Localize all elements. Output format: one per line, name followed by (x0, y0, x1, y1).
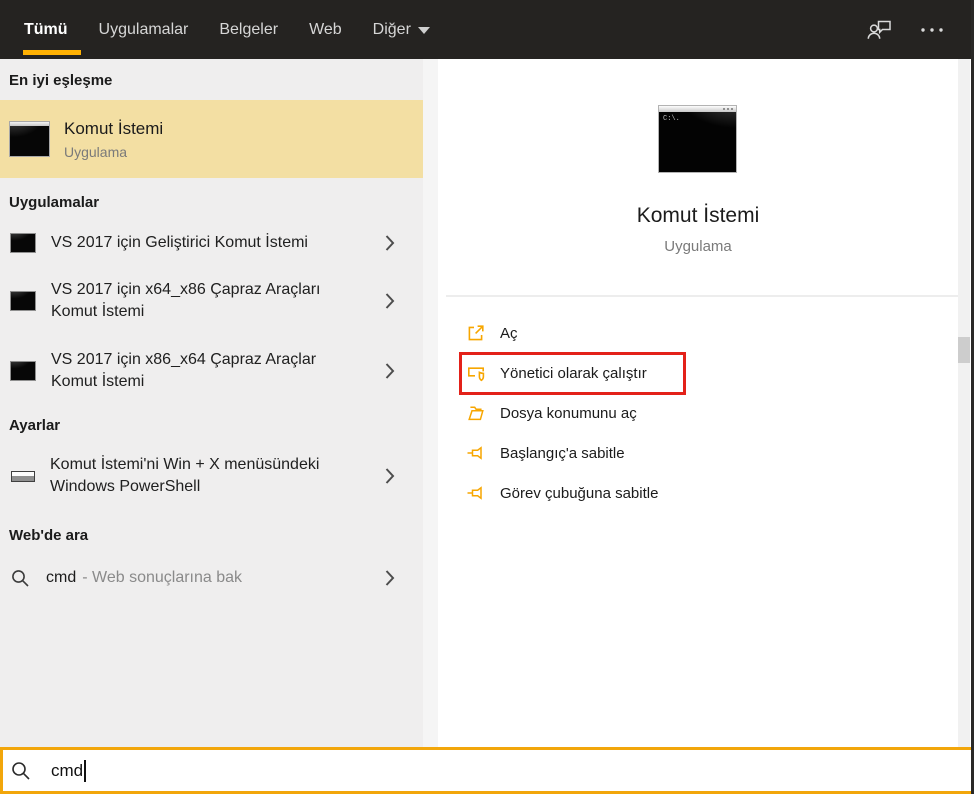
tab-documents-label: Belgeler (219, 20, 279, 38)
chevron-right-icon[interactable] (385, 363, 395, 380)
best-match-header: En iyi eşleşme (9, 72, 113, 89)
taskbar-setting-icon (11, 470, 35, 482)
search-input[interactable]: cmd (0, 747, 974, 794)
result-preview-panel: C:\. Komut İstemi Uygulama Aç Yönetici o… (438, 59, 974, 747)
app-result-vs-developer-prompt[interactable]: VS 2017 için Geliştirici Komut İstemi (0, 221, 423, 265)
preview-divider (446, 295, 958, 297)
right-panel-scrollbar-track[interactable] (958, 59, 970, 747)
best-match-title: Komut İstemi (64, 118, 164, 138)
action-label: Başlangıç'a sabitle (500, 444, 625, 462)
best-match-result-cmd[interactable]: Komut İstemi Uygulama (0, 100, 423, 178)
tab-documents[interactable]: Belgeler (219, 0, 278, 59)
web-query-text: cmd (46, 569, 77, 586)
active-tab-underline (23, 50, 81, 55)
settings-result-label: Komut İstemi'ni Win + X menüsündeki Wind… (50, 456, 320, 495)
results-list-panel: En iyi eşleşme Komut İstemi Uygulama Uyg… (0, 59, 423, 747)
tab-apps[interactable]: Uygulamalar (99, 0, 189, 59)
web-search-section-header: Web'de ara (9, 527, 89, 544)
search-query-text: cmd (51, 760, 84, 780)
app-result-vs-x86-x64-prompt[interactable]: VS 2017 için x86_x64 Çapraz Araçlar Komu… (0, 340, 423, 402)
tab-all-label: Tümü (24, 20, 68, 38)
best-match-subtitle: Uygulama (64, 143, 128, 160)
chevron-right-icon[interactable] (385, 570, 395, 587)
windows-search-panel: Tümü Uygulamalar Belgeler Web Diğer En i… (0, 0, 974, 794)
command-prompt-icon (10, 233, 36, 253)
left-panel-scrollbar[interactable] (423, 59, 438, 747)
action-label: Yönetici olarak çalıştır (500, 364, 647, 382)
action-open-file-location[interactable]: Dosya konumunu aç (438, 393, 838, 433)
chevron-right-icon[interactable] (385, 235, 395, 252)
app-result-label: VS 2017 için x64_x86 Çapraz Araçları Kom… (51, 281, 321, 320)
preview-app-title: Komut İstemi (636, 204, 760, 227)
app-result-vs-x64-x86-prompt[interactable]: VS 2017 için x64_x86 Çapraz Araçları Kom… (0, 270, 423, 332)
command-prompt-icon-large: C:\. (658, 105, 737, 173)
text-cursor (84, 759, 86, 782)
command-prompt-icon (10, 291, 36, 311)
action-label: Görev çubuğuna sabitle (500, 484, 659, 502)
feedback-icon[interactable] (866, 17, 893, 42)
run-as-admin-shield-icon (466, 363, 486, 383)
action-label: Dosya konumunu aç (500, 404, 637, 422)
tab-more-label: Diğer (372, 20, 411, 38)
apps-section-header: Uygulamalar (9, 194, 100, 211)
app-result-label: VS 2017 için x86_x64 Çapraz Araçlar Komu… (51, 351, 317, 390)
folder-icon (466, 403, 486, 423)
search-icon (11, 761, 31, 781)
preview-app-subtitle: Uygulama (664, 238, 732, 255)
command-prompt-icon (10, 361, 36, 381)
command-prompt-icon (9, 121, 50, 157)
action-pin-to-start[interactable]: Başlangıç'a sabitle (438, 433, 838, 473)
chevron-down-icon (417, 27, 430, 34)
pin-icon (466, 443, 486, 463)
chevron-right-icon[interactable] (385, 468, 395, 485)
tab-more[interactable]: Diğer (373, 0, 430, 59)
web-suffix-text: - Web sonuçlarına bak (82, 569, 243, 586)
action-open[interactable]: Aç (438, 313, 838, 353)
action-run-as-administrator[interactable]: Yönetici olarak çalıştır (438, 353, 838, 393)
tab-web-label: Web (309, 20, 342, 38)
settings-result-winx-powershell[interactable]: Komut İstemi'ni Win + X menüsündeki Wind… (0, 445, 423, 507)
app-result-label: VS 2017 için Geliştirici Komut İstemi (51, 234, 308, 251)
action-label: Aç (500, 324, 518, 342)
tab-apps-label: Uygulamalar (98, 20, 189, 38)
web-search-result-cmd[interactable]: cmd - Web sonuçlarına bak (0, 556, 423, 600)
topbar-actions (866, 17, 974, 42)
command-prompt-icon-text: C:\. (663, 115, 680, 123)
settings-section-header: Ayarlar (9, 417, 61, 434)
tab-web[interactable]: Web (309, 0, 342, 59)
right-panel-scrollbar-thumb[interactable] (958, 337, 970, 363)
action-pin-to-taskbar[interactable]: Görev çubuğuna sabitle (438, 473, 838, 513)
search-filter-bar: Tümü Uygulamalar Belgeler Web Diğer (0, 0, 974, 59)
open-icon (466, 323, 486, 343)
pin-icon (466, 483, 486, 503)
more-options-icon[interactable] (920, 27, 944, 33)
search-icon (11, 569, 30, 588)
results-area: En iyi eşleşme Komut İstemi Uygulama Uyg… (0, 59, 974, 747)
chevron-right-icon[interactable] (385, 293, 395, 310)
